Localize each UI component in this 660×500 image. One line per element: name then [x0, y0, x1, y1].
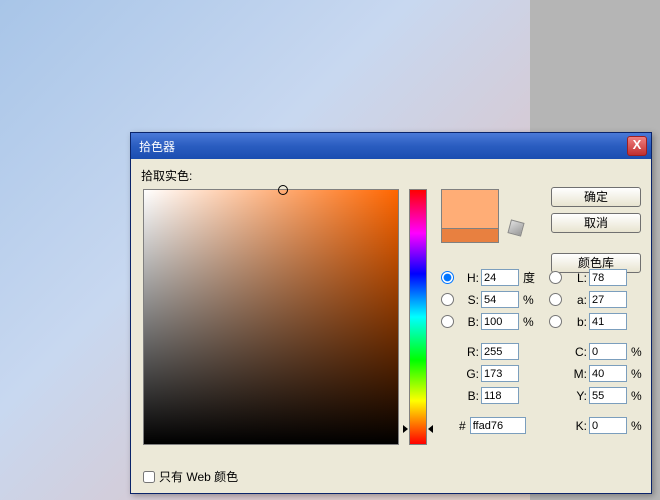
k-row: K: % — [549, 417, 645, 434]
color-picker-dialog: 拾色器 X 拾取实色: 确定 取消 颜色库 H: 度 S: % — [130, 132, 652, 494]
lb-row: b: — [549, 313, 627, 330]
k-input[interactable] — [589, 417, 627, 434]
a-row: a: — [549, 291, 627, 308]
a-radio[interactable] — [549, 293, 562, 306]
c-input[interactable] — [589, 343, 627, 360]
new-color-swatch — [441, 189, 499, 229]
h-unit: 度 — [523, 269, 537, 286]
h-input[interactable] — [481, 269, 519, 286]
s-row: S: % — [441, 291, 537, 308]
current-color-swatch[interactable] — [441, 229, 499, 243]
prompt-label: 拾取实色: — [141, 167, 641, 184]
cancel-button[interactable]: 取消 — [551, 213, 641, 233]
web-only-row: 只有 Web 颜色 — [143, 468, 238, 485]
hex-prefix: # — [459, 419, 466, 433]
m-row: M: % — [549, 365, 645, 382]
cube-icon — [507, 219, 524, 236]
c-row: C: % — [549, 343, 645, 360]
h-row: H: 度 — [441, 269, 537, 286]
s-radio[interactable] — [441, 293, 454, 306]
s-input[interactable] — [481, 291, 519, 308]
l-input[interactable] — [589, 269, 627, 286]
bb-input[interactable] — [481, 313, 519, 330]
l-row: L: — [549, 269, 627, 286]
b-input[interactable] — [481, 387, 519, 404]
lb-input[interactable] — [589, 313, 627, 330]
l-radio[interactable] — [549, 271, 562, 284]
bb-radio[interactable] — [441, 315, 454, 328]
a-input[interactable] — [589, 291, 627, 308]
g-input[interactable] — [481, 365, 519, 382]
m-input[interactable] — [589, 365, 627, 382]
y-row: Y: % — [549, 387, 645, 404]
r-input[interactable] — [481, 343, 519, 360]
hue-pointer-left — [403, 425, 408, 433]
g-row: G: — [441, 365, 519, 382]
s-label: S: — [457, 293, 479, 307]
hue-slider[interactable] — [409, 189, 427, 445]
color-field-marker[interactable] — [278, 185, 288, 195]
titlebar[interactable]: 拾色器 X — [131, 133, 651, 159]
b-row: B: — [441, 387, 519, 404]
dialog-title: 拾色器 — [139, 138, 627, 155]
bb-label: B: — [457, 315, 479, 329]
close-button[interactable]: X — [627, 136, 647, 156]
h-label: H: — [457, 271, 479, 285]
y-input[interactable] — [589, 387, 627, 404]
web-only-label: 只有 Web 颜色 — [159, 468, 238, 485]
r-row: R: — [441, 343, 519, 360]
hex-row: # — [441, 417, 526, 434]
h-radio[interactable] — [441, 271, 454, 284]
ok-button[interactable]: 确定 — [551, 187, 641, 207]
bb-row: B: % — [441, 313, 537, 330]
hex-input[interactable] — [470, 417, 526, 434]
color-field[interactable] — [143, 189, 399, 445]
web-only-checkbox[interactable] — [143, 471, 155, 483]
lb-radio[interactable] — [549, 315, 562, 328]
hue-pointer-right — [428, 425, 433, 433]
